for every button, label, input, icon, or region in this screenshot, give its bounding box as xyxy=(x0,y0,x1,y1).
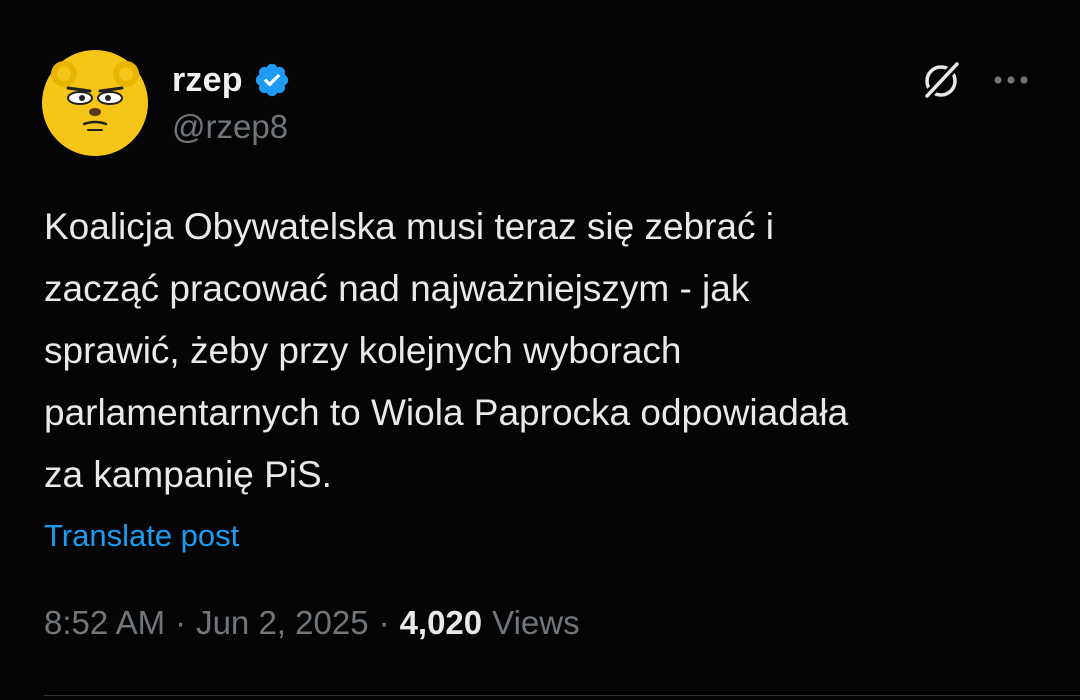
meta-separator: · xyxy=(378,604,390,641)
post-metadata: 8:52 AM · Jun 2, 2025 · 4,020 Views xyxy=(44,604,580,642)
translate-post-link[interactable]: Translate post xyxy=(44,518,239,554)
author-display-name[interactable]: rzep xyxy=(172,61,243,100)
meta-separator: · xyxy=(175,604,187,641)
post-text: Koalicja Obywatelska musi teraz się zebr… xyxy=(44,206,849,495)
views-count[interactable]: 4,020 xyxy=(400,604,483,642)
post-time[interactable]: 8:52 AM xyxy=(44,604,165,642)
post-date[interactable]: Jun 2, 2025 xyxy=(196,604,368,642)
views-label[interactable]: Views xyxy=(492,604,579,642)
author-handle[interactable]: @rzep8 xyxy=(172,108,288,146)
grok-icon[interactable] xyxy=(918,56,966,104)
cartoon-bear-avatar-icon[interactable] xyxy=(42,50,148,156)
divider xyxy=(44,695,1080,696)
post-detail: rzep @rzep8 Koalicja Obywatelska musi te… xyxy=(0,0,1080,700)
more-options-icon[interactable] xyxy=(990,62,1032,98)
author-name-row: rzep xyxy=(172,56,291,104)
verified-badge-icon[interactable] xyxy=(253,61,291,99)
